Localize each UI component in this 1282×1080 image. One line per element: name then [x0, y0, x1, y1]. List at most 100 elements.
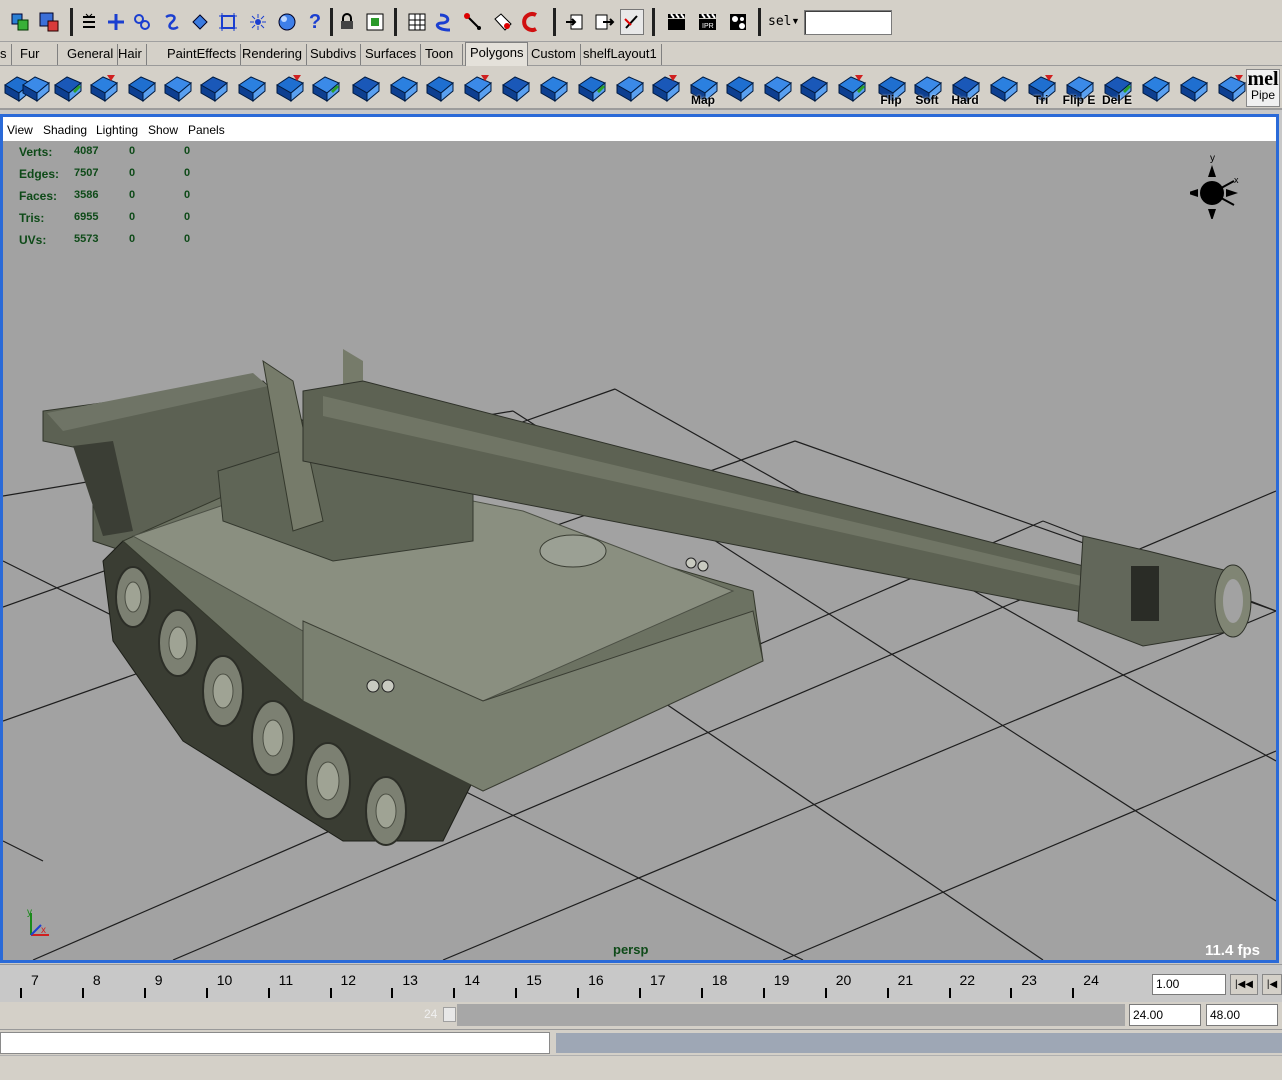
construction-history-icon[interactable] [405, 9, 429, 35]
render-icon[interactable] [664, 9, 688, 35]
time-slider[interactable]: 1.00 |◀◀ |◀ 7 8 9 10 11 12 13 14 15 16 17 18 19 20 21 2… [0, 964, 1282, 1002]
history-icon[interactable] [363, 9, 387, 35]
extract-icon[interactable] [272, 70, 306, 106]
playback-end-field[interactable]: 24.00 [1129, 1004, 1201, 1026]
shelf-button-caption: Flip [880, 93, 902, 107]
snap-to-point-icon[interactable] [188, 9, 212, 35]
bridge-icon[interactable] [574, 70, 608, 106]
shelf-tab-general[interactable]: General [63, 44, 119, 65]
shelf-button-caption: Flip E [1062, 93, 1096, 107]
shelf-tab-shelflayout1[interactable]: shelfLayout1 [579, 44, 662, 65]
poly-plane-icon[interactable] [124, 70, 158, 106]
extrude-face-icon[interactable] [460, 70, 494, 106]
mel-script-button[interactable]: mel Pipe [1246, 69, 1280, 107]
render-ipr-icon[interactable]: IPR [695, 9, 719, 35]
step-back-icon[interactable]: |◀ [1262, 974, 1282, 995]
current-frame-field[interactable]: 1.00 [1152, 974, 1226, 995]
flip-normals-icon[interactable]: Flip [874, 70, 908, 106]
shelf-tab-custom[interactable]: Custom [527, 44, 581, 65]
shelf-tab-fur[interactable]: Fur [16, 44, 58, 65]
m110-howitzer-model[interactable] [42, 349, 1252, 846]
go-to-start-icon[interactable]: |◀◀ [1230, 974, 1258, 995]
output-connection-icon[interactable] [592, 9, 616, 35]
snap-to-curve-icon[interactable] [160, 9, 184, 35]
selection-mode-label[interactable]: sel [768, 14, 791, 29]
automatic-map-icon[interactable] [796, 70, 830, 106]
append-polygon-icon[interactable] [612, 70, 646, 106]
make-live-icon[interactable] [246, 9, 270, 35]
animation-end-field[interactable]: 48.00 [1206, 1004, 1278, 1026]
cylindrical-map-icon[interactable] [722, 70, 756, 106]
quick-selection-field[interactable] [804, 10, 892, 35]
shelf-tab-subdivs[interactable]: Subdivs [306, 44, 362, 65]
range-track[interactable] [457, 1004, 1125, 1026]
extrude-edge-icon[interactable] [498, 70, 532, 106]
range-handle[interactable] [443, 1007, 456, 1022]
planar-map-icon[interactable] [648, 70, 682, 106]
output-connection-icon[interactable] [491, 9, 515, 35]
view-axis-gizmo[interactable]: y x [1190, 149, 1250, 219]
shelf-tab-hair[interactable]: Hair [114, 44, 147, 65]
frame-tick-label: 11 [278, 972, 294, 988]
harden-edge-icon[interactable]: Hard [948, 70, 982, 106]
shelf-tab[interactable]: s [0, 44, 12, 65]
menu-shading[interactable]: Shading [43, 123, 87, 137]
lock-icon[interactable] [335, 9, 359, 35]
construction-history-icon[interactable] [620, 9, 644, 35]
soften-edge-icon[interactable]: Soft [910, 70, 944, 106]
help-icon[interactable]: ? [303, 9, 327, 35]
spherical-map-icon[interactable] [760, 70, 794, 106]
poly-cylinder-icon[interactable] [50, 70, 84, 106]
menu-toggle-icon[interactable] [77, 9, 101, 35]
menu-view[interactable]: View [7, 123, 33, 137]
triangulate-icon[interactable] [986, 70, 1020, 106]
uv-texture-editor-icon[interactable] [834, 70, 868, 106]
flip-edge-icon[interactable]: Flip E [1062, 70, 1096, 106]
viewport-canvas[interactable]: Verts: 4087 0 0 Edges: 7507 0 0 Faces: 3586 0 0 Tris… [3, 141, 1276, 960]
poly-cube-icon[interactable] [18, 70, 52, 106]
reduce-icon[interactable] [348, 70, 382, 106]
smooth-icon[interactable] [308, 70, 342, 106]
input-connection-icon[interactable] [461, 9, 485, 35]
split-polygon-icon[interactable] [422, 70, 456, 106]
ipr-render-icon[interactable] [275, 9, 299, 35]
menu-lighting[interactable]: Lighting [96, 123, 138, 137]
chevron-down-icon[interactable]: ▼ [791, 16, 800, 26]
frame-tick-label: 22 [959, 972, 976, 988]
range-slider[interactable]: 24 24.00 48.00 [0, 1002, 1282, 1029]
shelf-tab-polygons[interactable]: Polygons [465, 42, 529, 66]
separate-icon[interactable] [234, 70, 268, 106]
shelf-tab-toon[interactable]: Toon [421, 44, 463, 65]
quadrangulate-icon[interactable]: Tri [1024, 70, 1058, 106]
shelf-tab-painteffects[interactable]: PaintEffects [163, 44, 242, 65]
cut-faces-icon[interactable] [1138, 70, 1172, 106]
checker-map-2-icon[interactable] [1214, 70, 1248, 106]
shelf-tab-rendering[interactable]: Rendering [238, 44, 307, 65]
command-input[interactable] [0, 1032, 550, 1054]
combine-icon[interactable] [196, 70, 230, 106]
snap-to-grid-icon[interactable] [130, 9, 154, 35]
poly-cone-icon[interactable] [86, 70, 120, 106]
select-by-object-type-icon[interactable] [37, 9, 61, 35]
magnet-icon[interactable] [433, 9, 457, 35]
merge-vertices-icon[interactable] [536, 70, 570, 106]
hud-value: 3586 [74, 189, 99, 201]
shelf-tab-surfaces[interactable]: Surfaces [361, 44, 422, 65]
menu-panels[interactable]: Panels [188, 123, 225, 137]
checker-map-icon[interactable] [1176, 70, 1210, 106]
magnet-icon[interactable] [520, 9, 544, 35]
input-connection-icon[interactable] [563, 9, 587, 35]
perspective-viewport-panel[interactable]: View Shading Lighting Show Panels Verts:… [0, 114, 1279, 963]
select-by-hierarchy-icon[interactable] [8, 9, 32, 35]
render-globals-icon[interactable] [726, 9, 750, 35]
poly-torus-icon[interactable] [160, 70, 194, 106]
delete-edge-icon[interactable]: Del E [1100, 70, 1134, 106]
map-uv-icon[interactable]: Map [686, 70, 720, 106]
menu-show[interactable]: Show [148, 123, 178, 137]
select-mode-plus-icon[interactable] [104, 9, 128, 35]
frame-tick [824, 988, 827, 998]
scene-view[interactable] [3, 141, 1276, 960]
status-line: ? IPR sel ▼ [0, 0, 1282, 42]
snap-to-view-plane-icon[interactable] [216, 9, 240, 35]
bevel-icon[interactable] [386, 70, 420, 106]
